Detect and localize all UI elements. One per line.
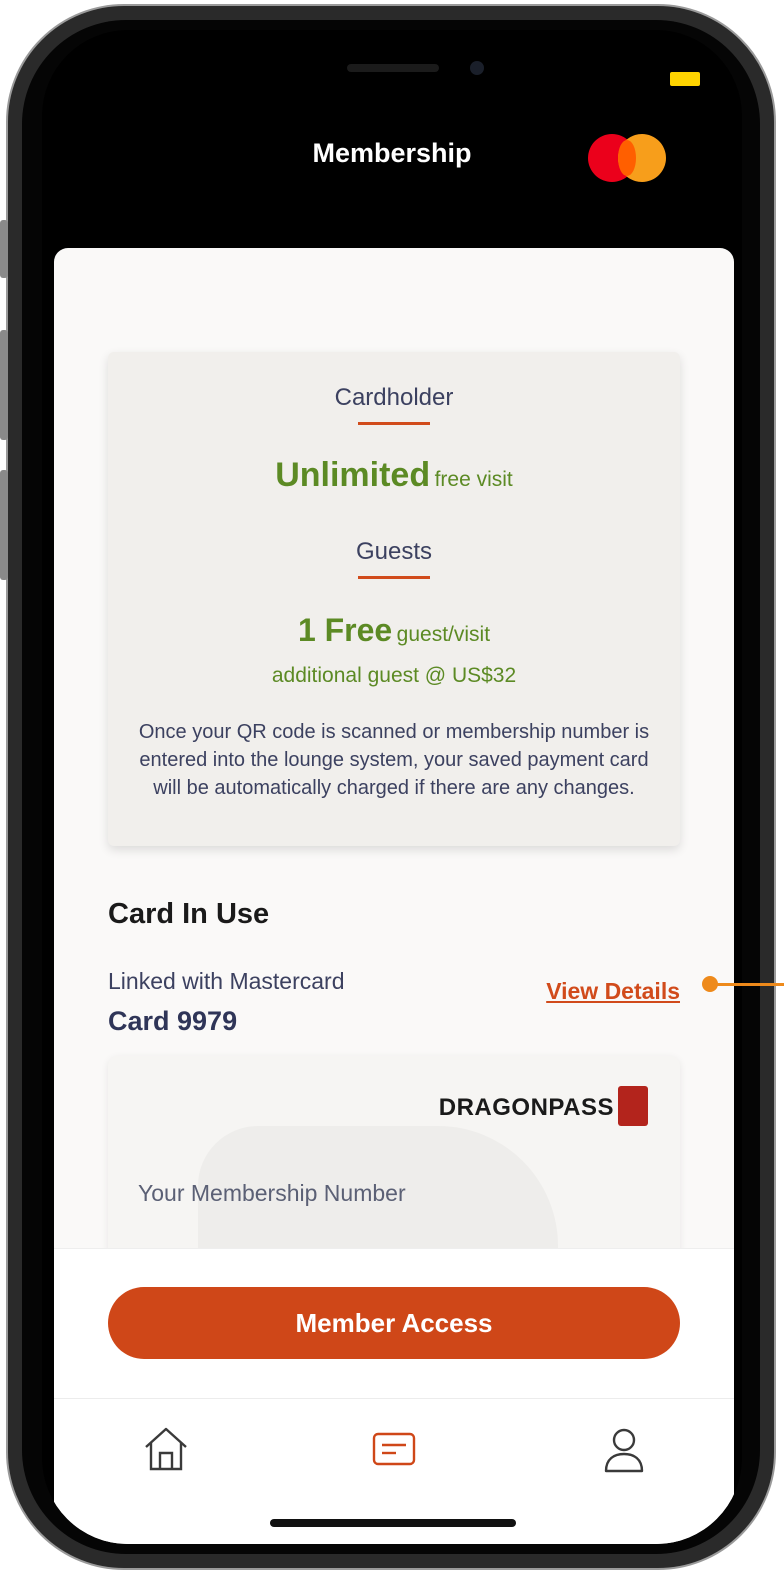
cardholder-value: Unlimited xyxy=(275,456,431,494)
card-number: Card 9979 xyxy=(108,1006,238,1036)
bottom-action-panel: Member Access xyxy=(54,1248,734,1399)
card-in-use-title: Card In Use xyxy=(108,898,270,930)
home-icon xyxy=(145,1427,187,1471)
front-camera xyxy=(470,61,484,75)
cardholder-benefit: Unlimited free visit xyxy=(108,456,680,495)
member-access-label: Member Access xyxy=(295,1307,493,1338)
additional-guest-price: additional guest @ US$32 xyxy=(271,664,517,687)
guests-underline xyxy=(358,576,430,579)
phone-volume-down xyxy=(0,470,8,580)
tab-membership[interactable] xyxy=(364,1419,424,1479)
home-indicator[interactable] xyxy=(270,1519,516,1527)
tab-profile[interactable] xyxy=(594,1419,654,1479)
view-details-link[interactable]: View Details xyxy=(546,978,680,1005)
guests-label: Guests xyxy=(355,538,433,565)
phone-side-button xyxy=(0,220,8,278)
speaker-grille xyxy=(347,64,439,72)
user-icon xyxy=(604,1428,644,1473)
dragonpass-logo: DRAGONPASS xyxy=(438,1094,614,1121)
linked-card-text: Linked with Mastercard xyxy=(108,968,345,994)
phone-screen: Membership Cardholder Unlimited free vis… xyxy=(42,30,742,1544)
card-icon xyxy=(372,1432,416,1466)
membership-number-label: Your Membership Number xyxy=(138,1180,406,1206)
guests-benefit: 1 Free guest/visit xyxy=(108,612,680,649)
phone-volume-up xyxy=(0,330,8,440)
member-access-button[interactable]: Member Access xyxy=(108,1287,680,1359)
main-content[interactable]: Cardholder Unlimited free visit Guests 1… xyxy=(54,248,734,1544)
guests-value: 1 Free xyxy=(297,612,393,648)
battery-icon xyxy=(670,72,700,86)
cardholder-underline xyxy=(358,422,430,425)
tab-home[interactable] xyxy=(136,1419,196,1479)
callout-pointer-line xyxy=(710,983,784,986)
guests-unit: guest/visit xyxy=(396,623,491,646)
cardholder-label: Cardholder xyxy=(334,384,454,411)
benefits-card: Cardholder Unlimited free visit Guests 1… xyxy=(108,352,680,846)
dragonpass-seal-icon xyxy=(618,1086,648,1126)
mastercard-logo-icon xyxy=(588,134,670,184)
cardholder-unit: free visit xyxy=(434,468,513,491)
tab-bar xyxy=(54,1398,734,1544)
payment-note: Once your QR code is scanned or membersh… xyxy=(138,721,650,799)
